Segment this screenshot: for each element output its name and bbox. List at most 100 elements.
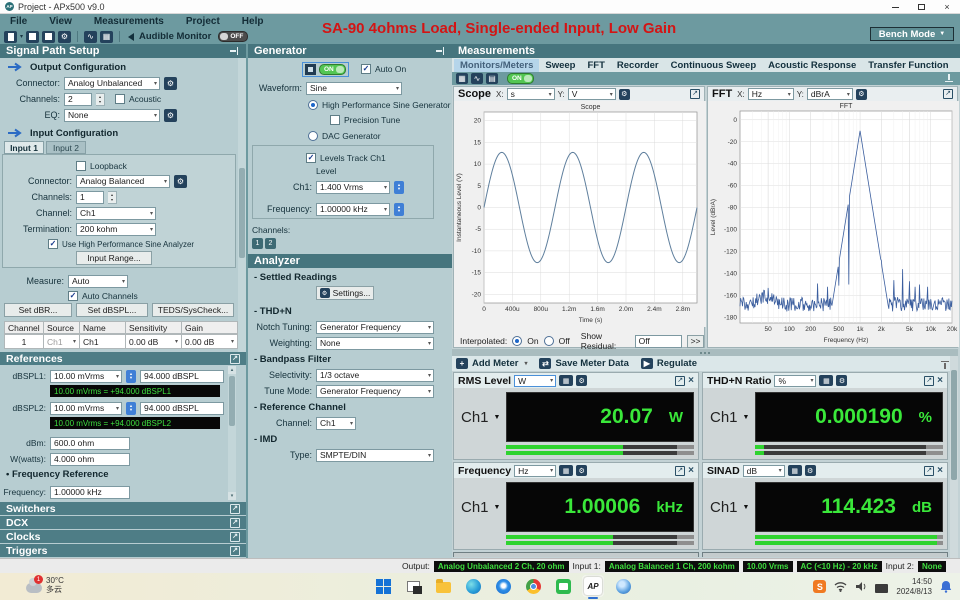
wifi-icon[interactable] bbox=[834, 581, 847, 592]
set-dbr-button[interactable]: Set dBR... bbox=[4, 303, 72, 317]
close-icon[interactable]: × bbox=[937, 466, 943, 476]
dbspl2-target-input[interactable]: 94.000 dBSPL bbox=[140, 402, 224, 415]
set-dbspl-button[interactable]: Set dBSPL... bbox=[76, 303, 148, 317]
termination-select[interactable]: 200 kohm▾ bbox=[76, 223, 156, 236]
dbm-input[interactable]: 600.0 ohm bbox=[50, 437, 130, 450]
new-project-icon[interactable] bbox=[4, 31, 17, 43]
sogou-tray-icon[interactable]: S bbox=[813, 580, 826, 593]
input-range-button[interactable]: Input Range... bbox=[76, 251, 152, 265]
browser-icon[interactable] bbox=[494, 577, 512, 595]
close-icon[interactable]: × bbox=[937, 376, 943, 386]
dac-generator-radio[interactable] bbox=[308, 131, 318, 141]
gear-icon[interactable]: ⚙ bbox=[164, 109, 177, 122]
interpolated-on-radio[interactable] bbox=[512, 336, 522, 346]
scope-y-unit-select[interactable]: V▾ bbox=[568, 88, 616, 100]
input-channel-select[interactable]: Ch1▾ bbox=[76, 207, 156, 220]
generator-stop-button[interactable] bbox=[305, 64, 316, 75]
expand-icon[interactable]: ↗ bbox=[675, 376, 685, 386]
references-scrollbar[interactable]: ▴ ▾ bbox=[228, 366, 236, 500]
save-project-icon[interactable] bbox=[42, 31, 55, 43]
dbspl2-level-select[interactable]: 10.00 mVrms▾ bbox=[50, 402, 122, 415]
close-icon[interactable]: × bbox=[688, 466, 694, 476]
references-header[interactable]: References↗ bbox=[0, 352, 246, 365]
watts-input[interactable]: 4.000 ohm bbox=[50, 453, 130, 466]
meter-unit-select[interactable]: %▾ bbox=[774, 375, 816, 387]
gear-icon[interactable]: ⚙ bbox=[164, 77, 177, 90]
layout-icon[interactable]: ▦ bbox=[456, 73, 468, 84]
meter-channel-select[interactable]: Ch1▼ bbox=[710, 499, 749, 516]
menu-measurements[interactable]: Measurements bbox=[94, 16, 164, 27]
gear-icon[interactable]: ⚙ bbox=[805, 465, 816, 476]
menu-file[interactable]: File bbox=[10, 16, 27, 27]
fft-x-unit-select[interactable]: Hz▾ bbox=[748, 88, 794, 100]
gear-icon[interactable]: ⚙ bbox=[856, 89, 867, 100]
show-residual-select[interactable]: Off bbox=[635, 335, 683, 348]
dbspl1-target-input[interactable]: 94.000 dBSPL bbox=[140, 370, 224, 383]
edge-browser-icon[interactable] bbox=[464, 577, 482, 595]
meter-mode-icon[interactable]: ▦ bbox=[788, 465, 802, 476]
meter-mode-icon[interactable]: ▦ bbox=[559, 465, 573, 476]
channel-2-button[interactable]: 2 bbox=[265, 238, 276, 249]
menu-view[interactable]: View bbox=[49, 16, 72, 27]
tab-monitors-meters[interactable]: Monitors/Meters bbox=[454, 59, 539, 72]
open-project-icon[interactable] bbox=[26, 31, 39, 43]
task-view-button[interactable] bbox=[404, 577, 422, 595]
volume-icon[interactable] bbox=[855, 581, 867, 592]
sidebar-item-triggers[interactable]: Triggers↗ bbox=[0, 544, 246, 557]
selectivity-select[interactable]: 1/3 octave▾ bbox=[316, 369, 434, 382]
chevron-down-icon[interactable]: ▾ bbox=[20, 33, 23, 40]
expand-icon[interactable]: ↗ bbox=[943, 89, 953, 99]
precision-tune-checkbox[interactable] bbox=[330, 115, 340, 125]
meter-unit-select[interactable]: Hz▾ bbox=[514, 465, 556, 477]
fft-y-unit-select[interactable]: dBrA▾ bbox=[807, 88, 853, 100]
source-select[interactable]: Ch1▾ bbox=[44, 334, 80, 349]
chrome-icon[interactable] bbox=[524, 577, 542, 595]
pin-panel-icon[interactable] bbox=[940, 359, 950, 369]
dbspl1-stepper[interactable]: ▴▾ bbox=[126, 370, 136, 383]
monitor-chart-icon[interactable]: ▦ bbox=[100, 31, 113, 43]
waveform-select[interactable]: Sine▾ bbox=[306, 82, 402, 95]
gain-select[interactable]: 0.00 dB▾ bbox=[182, 334, 238, 349]
meter-unit-select[interactable]: dB▾ bbox=[743, 465, 785, 477]
channels-stepper[interactable]: ▴▾ bbox=[96, 93, 105, 106]
expand-icon[interactable]: ↗ bbox=[924, 466, 934, 476]
expand-icon[interactable]: ↗ bbox=[675, 466, 685, 476]
tab-fft[interactable]: FFT bbox=[581, 59, 610, 72]
pin-panel-icon[interactable] bbox=[436, 46, 446, 56]
device-tray-icon[interactable] bbox=[875, 584, 888, 593]
dbspl2-stepper[interactable]: ▴▾ bbox=[126, 402, 136, 415]
meters-scrollbar[interactable] bbox=[950, 356, 958, 558]
mail-app-icon[interactable] bbox=[554, 577, 572, 595]
meter-mode-icon[interactable]: ▦ bbox=[819, 375, 833, 386]
tune-mode-select[interactable]: Generator Frequency▾ bbox=[316, 385, 434, 398]
expand-icon[interactable]: ↗ bbox=[690, 89, 700, 99]
pin-panel-icon[interactable] bbox=[944, 74, 954, 84]
ch1-level-select[interactable]: 1.400 Vrms▾ bbox=[316, 181, 390, 194]
hps-generator-radio[interactable] bbox=[308, 100, 318, 110]
app-icon[interactable] bbox=[614, 577, 632, 595]
tab-input-2[interactable]: Input 2 bbox=[46, 141, 86, 154]
measure-select[interactable]: Auto▾ bbox=[68, 275, 128, 288]
sensitivity-select[interactable]: 0.00 dB▾ bbox=[126, 334, 182, 349]
sidebar-item-clocks[interactable]: Clocks↗ bbox=[0, 530, 246, 543]
add-meter-button[interactable]: Add Meter bbox=[472, 358, 518, 369]
signal-path-scrollbar[interactable] bbox=[238, 58, 246, 352]
gear-icon[interactable]: ⚙ bbox=[174, 175, 187, 188]
notch-tuning-select[interactable]: Generator Frequency▾ bbox=[316, 321, 434, 334]
imd-type-select[interactable]: SMPTE/DIN▾ bbox=[316, 449, 434, 462]
more-button[interactable]: >> bbox=[687, 335, 704, 348]
sidebar-item-switchers[interactable]: Switchers↗ bbox=[0, 502, 246, 515]
meters-icon[interactable]: ▤ bbox=[486, 73, 498, 84]
meter-mode-icon[interactable]: ▦ bbox=[559, 375, 573, 386]
loopback-checkbox[interactable] bbox=[76, 161, 86, 171]
auto-on-checkbox[interactable]: ✓ bbox=[361, 64, 371, 74]
frequency-ref-input[interactable]: 1.00000 kHz bbox=[50, 486, 130, 499]
input-connector-select[interactable]: Analog Balanced▾ bbox=[76, 175, 170, 188]
apx500-taskbar-icon[interactable]: AP bbox=[584, 577, 602, 595]
hps-analyzer-checkbox[interactable]: ✓ bbox=[48, 239, 58, 249]
weather-widget[interactable]: 1 30°C 多云 bbox=[26, 576, 64, 594]
interpolated-off-radio[interactable] bbox=[544, 336, 554, 346]
tab-acoustic-response[interactable]: Acoustic Response bbox=[762, 59, 862, 72]
input-channels-input[interactable]: 1 bbox=[76, 191, 104, 204]
clock-widget[interactable]: 14:50 2024/8/13 bbox=[896, 577, 932, 596]
